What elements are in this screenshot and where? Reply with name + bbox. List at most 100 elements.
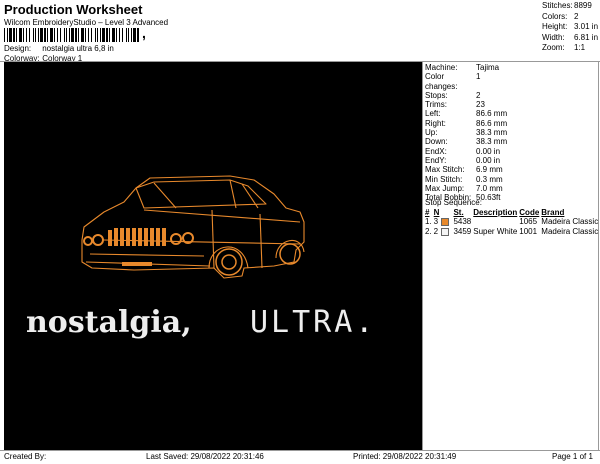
machine-row: Down: 38.3 mm: [425, 137, 507, 146]
machine-value: 7.0 mm: [476, 183, 503, 193]
machine-label: Max Jump:: [425, 183, 465, 193]
row-code: 1065: [519, 217, 538, 226]
machine-row: Stops: 2: [425, 91, 507, 100]
machine-label: Max Stitch:: [425, 165, 465, 175]
row-n: 2: [433, 227, 439, 236]
stop-sequence-title: Stop Sequence:: [425, 198, 482, 207]
row-swatch: [441, 217, 453, 227]
artwork-text-right: ULTRA.: [250, 305, 376, 340]
design-row: Design: nostalgia ultra 6,8 in: [4, 44, 114, 53]
machine-value: 0.00 in: [476, 146, 501, 156]
machine-label: Left:: [425, 109, 441, 119]
stat-label: Width:: [542, 32, 565, 42]
machine-row: EndX: 0.00 in: [425, 147, 507, 156]
page-title: Production Worksheet: [4, 2, 143, 17]
stat-value: 3.01 in: [574, 22, 599, 31]
machine-value: 38.3 mm: [476, 137, 508, 147]
stat-value: 8899: [574, 1, 592, 10]
footer-created-by: Created By:: [4, 452, 47, 461]
stat-colors: Colors: 2: [542, 12, 598, 23]
row-brand: Madeira Classic 40: [541, 227, 600, 236]
row-code: 1001: [519, 227, 538, 236]
machine-value: 6.9 mm: [476, 165, 503, 175]
row-description: [473, 217, 519, 227]
barcode-suffix: ,: [142, 25, 146, 41]
machine-value: 23: [476, 100, 485, 110]
row-num: 2.: [425, 227, 432, 236]
machine-label: EndY:: [425, 155, 447, 165]
col-hash: #: [425, 208, 430, 217]
machine-label: EndX:: [425, 146, 447, 156]
col-n: N: [433, 208, 440, 217]
row-brand: Madeira Classic 40: [541, 217, 600, 226]
machine-value: 0.3 mm: [476, 174, 503, 184]
col-brand: Brand: [541, 208, 565, 217]
machine-label: Trims:: [425, 100, 447, 110]
machine-value: Tajima: [476, 63, 500, 72]
machine-label: Machine:: [425, 63, 458, 72]
stop-sequence-header: # N St. Description Code Brand: [425, 208, 600, 217]
footer-last-saved: Last Saved: 29/08/2022 20:31:46: [146, 452, 264, 461]
row-st: 3459: [453, 227, 472, 236]
col-code: Code: [519, 208, 540, 217]
car-artwork: nostalgia, ULTRA.: [26, 175, 376, 340]
column-divider: [422, 62, 423, 450]
row-n: 3: [433, 217, 439, 226]
machine-value: 86.6 mm: [476, 118, 508, 128]
machine-row: Min Stitch: 0.3 mm: [425, 175, 507, 184]
machine-value: 86.6 mm: [476, 109, 508, 119]
machine-value: 0.00 in: [476, 155, 501, 165]
design-stats: Stitches: 8899 Colors: 2 Height: 3.01 in Wi…: [542, 1, 598, 54]
col-description: Description: [473, 208, 518, 217]
stat-label: Colors:: [542, 11, 568, 21]
design-label: Design:: [4, 44, 32, 53]
stat-label: Zoom:: [542, 43, 565, 52]
machine-value: 2: [476, 90, 481, 100]
design-value: nostalgia ultra 6,8 in: [42, 44, 114, 53]
machine-row: Max Stitch: 6.9 mm: [425, 165, 507, 174]
stat-label: Stitches:: [542, 1, 573, 10]
machine-info: Machine: Tajima Color changes: 1 Stops: 2 Trim…: [425, 63, 507, 202]
color-swatch: [441, 227, 450, 236]
machine-row: Machine: Tajima: [425, 63, 507, 72]
machine-row: Right: 86.6 mm: [425, 119, 507, 128]
machine-row: Max Jump: 7.0 mm: [425, 184, 507, 193]
machine-label: Stops:: [425, 90, 448, 100]
col-swatch: [441, 208, 453, 217]
design-preview: nostalgia, ULTRA.: [4, 62, 422, 450]
row-description: Super White: [473, 227, 518, 236]
machine-label: Right:: [425, 118, 446, 128]
right-border: [598, 62, 599, 450]
stat-stitches: Stitches: 8899: [542, 1, 598, 12]
footer-printed: Printed: 29/08/2022 20:31:49: [353, 452, 457, 461]
stat-width: Width: 6.81 in: [542, 33, 598, 44]
stat-value: 6.81 in: [574, 32, 599, 42]
color-swatch: [441, 217, 450, 226]
stat-height: Height: 3.01 in: [542, 22, 598, 33]
machine-row: Color changes: 1: [425, 72, 507, 91]
machine-label: Down:: [425, 137, 448, 147]
machine-row: EndY: 0.00 in: [425, 156, 507, 165]
row-num: 1.: [425, 217, 432, 226]
barcode-image: [4, 28, 139, 42]
row-st: 5438: [453, 217, 472, 226]
stat-label: Height:: [542, 22, 568, 31]
artwork-text-left: nostalgia,: [26, 305, 192, 340]
footer-page: Page 1 of 1: [552, 452, 593, 461]
footer-divider: [0, 450, 600, 451]
col-st: St.: [453, 208, 464, 217]
stat-value: 1:1: [574, 43, 586, 52]
machine-label: Min Stitch:: [425, 174, 463, 184]
table-row: 2. 2 3459 Super White 1001 Madeira Class…: [425, 227, 600, 237]
machine-row: Left: 86.6 mm: [425, 109, 507, 118]
stat-value: 2: [574, 11, 579, 21]
machine-row: Trims: 23: [425, 100, 507, 109]
stat-zoom: Zoom: 1:1: [542, 43, 598, 54]
stop-sequence-table: # N St. Description Code Brand 1. 3 5438…: [425, 208, 600, 237]
table-row: 1. 3 5438 1065 Madeira Classic 40: [425, 217, 600, 227]
machine-label: Up:: [425, 128, 438, 138]
machine-value: 38.3 mm: [476, 128, 508, 138]
machine-label: Color changes:: [425, 72, 458, 91]
machine-row: Up: 38.3 mm: [425, 128, 507, 137]
row-swatch: [441, 227, 453, 237]
